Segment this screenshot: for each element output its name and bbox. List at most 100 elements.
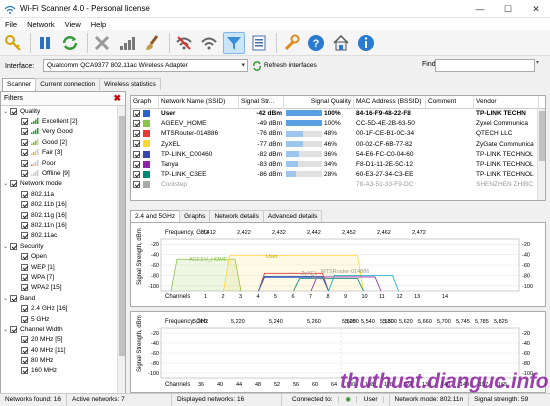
filter-item[interactable]: Poor [3, 158, 125, 168]
tab-graphs[interactable]: Graphs [179, 210, 211, 222]
filter-checkbox[interactable] [21, 149, 28, 157]
filter-item[interactable]: 802.11g [16] [3, 210, 125, 220]
filter-checkbox[interactable] [21, 367, 28, 375]
help-icon[interactable]: ? [305, 32, 327, 54]
col-vendor[interactable]: Vendor [474, 96, 539, 109]
filter-item[interactable]: 802.11ac [3, 231, 125, 241]
filter-group-1[interactable]: ⌄ Network mode [3, 179, 125, 189]
row-checkbox[interactable] [133, 170, 140, 178]
graph-cell[interactable] [131, 170, 159, 180]
filter-group-checkbox[interactable] [10, 242, 17, 250]
graph-cell[interactable] [131, 109, 159, 119]
filter-checkbox[interactable] [21, 357, 28, 365]
maximize-button[interactable]: ☐ [494, 0, 522, 18]
filter-item[interactable]: Offline [9] [3, 168, 125, 178]
filter-checkbox[interactable] [21, 190, 28, 198]
chevron-down-icon[interactable]: ⌄ [3, 108, 10, 115]
filter-item[interactable]: Open [3, 251, 125, 261]
info-icon[interactable] [355, 32, 377, 54]
graph-cell[interactable] [131, 129, 159, 139]
row-checkbox[interactable] [133, 119, 140, 127]
menu-file[interactable]: File [0, 20, 22, 29]
filter-checkbox[interactable] [21, 118, 28, 126]
filter-checkbox[interactable] [21, 138, 28, 146]
row-checkbox[interactable] [133, 150, 140, 158]
filter-checkbox[interactable] [21, 221, 28, 229]
filter-checkbox[interactable] [21, 128, 28, 136]
table-row[interactable]: ZyXEL -77 dBm 46% 00-02-CF-6B-77-82 ZyGate C… [131, 140, 545, 150]
brush-icon[interactable] [141, 32, 163, 54]
filter-item[interactable]: WPA2 [15] [3, 283, 125, 293]
filter-checkbox[interactable] [21, 315, 28, 323]
table-row[interactable]: Contstep 78-A3-51-33-F9-DC SHENZHEN ZHIBC [131, 180, 545, 190]
filter-item[interactable]: 160 MHz [3, 366, 125, 376]
filter-item[interactable]: Very Good [3, 127, 125, 137]
filter-checkbox[interactable] [21, 159, 28, 167]
tab-current-connection[interactable]: Current connection [35, 78, 101, 90]
filter-checkbox[interactable] [21, 284, 28, 292]
home-icon[interactable] [330, 32, 352, 54]
menu-help[interactable]: Help [86, 20, 111, 29]
filter-item[interactable]: 40 MHz [11] [3, 345, 125, 355]
key-icon[interactable] [2, 32, 24, 54]
row-checkbox[interactable] [133, 109, 140, 117]
filter-checkbox[interactable] [21, 170, 28, 178]
table-row[interactable]: User -42 dBm 100% 84-16-F9-48-22-F8 TP-LINK … [131, 109, 545, 119]
wifi-signal-icon[interactable] [198, 32, 220, 54]
tab-24-5ghz[interactable]: 2.4 and 5GHz [130, 210, 181, 222]
filter-checkbox[interactable] [21, 253, 28, 261]
filter-item[interactable]: 20 MHz [5] [3, 335, 125, 345]
tab-advanced-details[interactable]: Advanced details [262, 210, 323, 222]
filter-group-0[interactable]: ⌄ Quality [3, 106, 125, 116]
filter-checkbox[interactable] [21, 336, 28, 344]
filter-group-checkbox[interactable] [10, 180, 17, 188]
settings-wrench-icon[interactable] [280, 32, 302, 54]
graph-cell[interactable] [131, 140, 159, 150]
table-row[interactable]: Tanya -83 dBm 34% F8-D1-11-2E-5C-12 TP-LINK … [131, 160, 545, 170]
table-row[interactable]: AGEEV_HOME -49 dBm 100% CC-5D-4E-2B-63-50 Zy… [131, 119, 545, 129]
filter-item[interactable]: Good [2] [3, 137, 125, 147]
filter-checkbox[interactable] [21, 346, 28, 354]
graph-cell[interactable] [131, 119, 159, 129]
pause-icon[interactable] [34, 32, 56, 54]
menu-view[interactable]: View [60, 20, 86, 29]
find-dropdown-icon[interactable]: ▾ [536, 59, 546, 72]
clear-filters-icon[interactable]: ✖ [113, 93, 121, 104]
filter-checkbox[interactable] [21, 273, 28, 281]
filter-item[interactable]: 80 MHz [3, 355, 125, 365]
table-row[interactable]: TP-LINK_C3EE -86 dBm 28% 60-E3-27-34-C3-EE T… [131, 170, 545, 180]
find-input[interactable] [435, 59, 535, 72]
row-checkbox[interactable] [133, 140, 140, 148]
tab-network-details[interactable]: Network details [209, 210, 264, 222]
filter-checkbox[interactable] [21, 305, 28, 313]
filter-group-checkbox[interactable] [10, 294, 17, 302]
signal-bars-icon[interactable] [116, 32, 138, 54]
filter-checkbox[interactable] [21, 232, 28, 240]
filter-item[interactable]: Fair [3] [3, 148, 125, 158]
col-ssid[interactable]: Network Name (SSID) [159, 96, 239, 109]
close-button[interactable]: ✕ [522, 0, 550, 18]
tab-scanner[interactable]: Scanner [2, 78, 37, 91]
col-signal-quality[interactable]: Signal Quality [284, 96, 354, 109]
chevron-down-icon[interactable]: ⌄ [3, 243, 10, 250]
col-signal-strength[interactable]: Signal Str... [239, 96, 284, 109]
filter-checkbox[interactable] [21, 201, 28, 209]
filter-item[interactable]: WEP [1] [3, 262, 125, 272]
graph-cell[interactable] [131, 160, 159, 170]
chevron-down-icon[interactable]: ⌄ [3, 295, 10, 302]
row-checkbox[interactable] [133, 130, 140, 138]
chevron-down-icon[interactable]: ⌄ [3, 180, 10, 187]
filter-item[interactable]: 2.4 GHz [16] [3, 303, 125, 313]
filter-item[interactable]: 802.11b [16] [3, 200, 125, 210]
tab-wireless-statistics[interactable]: Wireless statistics [99, 78, 161, 90]
refresh-interfaces-button[interactable]: Refresh interfaces [252, 59, 317, 72]
col-graph[interactable]: Graph [131, 96, 159, 109]
col-comment[interactable]: Comment [426, 96, 474, 109]
details-icon[interactable] [248, 32, 270, 54]
filter-group-2[interactable]: ⌄ Security [3, 241, 125, 251]
graph-cell[interactable] [131, 180, 159, 190]
filter-group-checkbox[interactable] [10, 325, 17, 333]
filter-item[interactable]: 5 GHz [3, 314, 125, 324]
filter-item[interactable]: WPA [7] [3, 272, 125, 282]
table-scrollbar[interactable] [537, 109, 545, 200]
